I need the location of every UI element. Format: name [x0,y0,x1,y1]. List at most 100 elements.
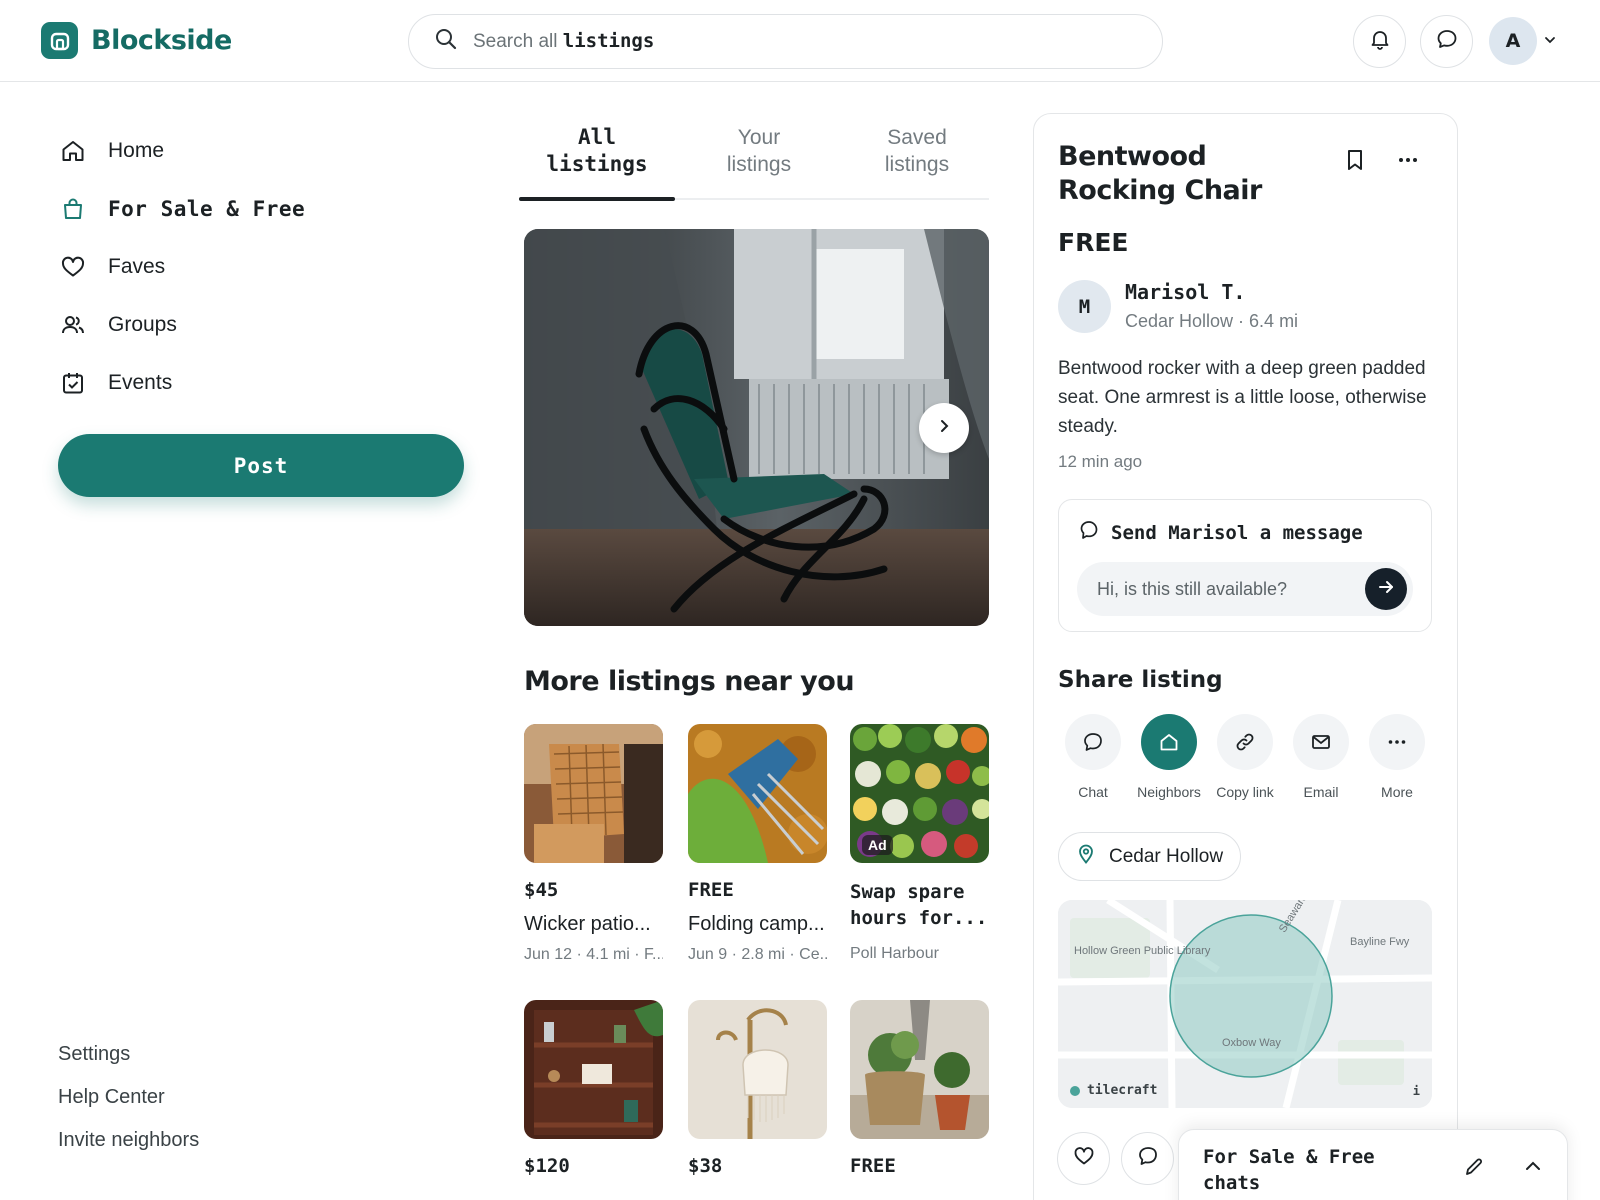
link-icon [1217,714,1273,770]
seller-location: Cedar Hollow · 6.4 mi [1125,311,1299,331]
settings-link[interactable]: Settings [58,1033,199,1076]
sidebar-item-faves[interactable]: Faves [58,238,305,296]
mail-icon [1293,714,1349,770]
listing-tabs: All listings Your listings Saved listings [519,124,992,201]
post-button[interactable]: Post [58,434,464,497]
message-input-text: Hi, is this still available? [1097,578,1288,599]
sidebar-nav: Home For Sale & Free Faves Groups Events [58,122,305,412]
listing-card[interactable]: FREE Folding camp... Jun 9 · 2.8 mi · Ce… [688,724,827,964]
listing-price: FREE [688,879,734,901]
chat-bubble-icon [1065,714,1121,770]
share-option-label: Chat [1078,784,1108,800]
listing-card[interactable]: Ad Swap spare hours for... Poll Harbour [850,724,989,963]
share-listing-title: Share listing [1058,667,1223,693]
logo-icon [41,22,78,59]
chat-bubble-icon [1137,1145,1159,1172]
send-message-button[interactable] [1365,568,1407,610]
chat-bubble-icon [1079,520,1099,545]
listing-detail-price: FREE [1058,228,1129,257]
chat-dock[interactable]: For Sale & Free chats [1178,1129,1568,1200]
home-icon [1141,714,1197,770]
footer-links: Settings Help Center Invite neighbors [58,1033,199,1162]
next-photo-button[interactable] [919,403,969,453]
seller-name[interactable]: Marisol T. [1125,280,1245,304]
listing-description: Bentwood rocker with a deep green padded… [1058,358,1427,437]
logo[interactable]: Blockside [41,22,232,59]
listing-card[interactable]: $38 [688,1000,827,1177]
listing-card[interactable]: $45 Wicker patio... Jun 12 · 4.1 mi · F.… [524,724,663,964]
edit-icon[interactable] [1463,1156,1485,1183]
seller-avatar[interactable]: M [1058,280,1111,333]
user-avatar[interactable]: A [1489,17,1537,65]
map-label-oxbow-way: Oxbow Way [1222,1037,1281,1049]
sidebar-item-home[interactable]: Home [58,122,305,180]
sidebar-item-events[interactable]: Events [58,354,305,412]
heart-icon [1073,1145,1095,1172]
listing-title: Swap spare hours for... [850,881,988,929]
more-options-icon[interactable] [1396,148,1420,177]
sidebar-item-label: Events [108,371,173,394]
listing-price: $120 [524,1155,570,1177]
invite-neighbors-link[interactable]: Invite neighbors [58,1119,199,1162]
location-chip[interactable]: Cedar Hollow [1058,832,1241,881]
share-option-label: Email [1303,784,1339,800]
share-chat-button[interactable]: Chat [1055,714,1131,800]
chat-dock-title: For Sale & Free chats [1203,1146,1375,1194]
chat-bubble-icon [1436,28,1458,55]
share-neighbors-button[interactable]: Neighbors [1131,714,1207,800]
sidebar-item-label: Home [108,139,165,162]
listing-title: Folding camp... [688,913,825,935]
map-info-button[interactable]: i [1413,1084,1420,1098]
location-map[interactable]: Hollow Green Public Library Seaward Way … [1058,900,1432,1108]
listing-thumbnail [524,1000,663,1139]
share-options: Chat Neighbors Copy link Email More [1058,714,1438,804]
help-center-link[interactable]: Help Center [58,1076,199,1119]
message-input[interactable]: Hi, is this still available? [1077,562,1413,616]
tab-your-listings[interactable]: Your listings [684,124,834,178]
map-attribution[interactable]: tilecraft [1070,1083,1157,1098]
ellipsis-icon [1369,714,1425,770]
messages-button[interactable] [1420,15,1473,68]
listing-card[interactable]: $120 [524,1000,663,1177]
people-icon [58,310,88,340]
share-more-button[interactable]: More [1359,714,1435,800]
chevron-up-icon[interactable] [1523,1156,1543,1181]
tab-all-listings[interactable]: All listings [519,124,675,178]
app-name: Blockside [91,25,232,56]
listing-thumbnail: Ad [850,724,989,863]
listing-meta: Poll Harbour [850,945,939,962]
posted-time: 12 min ago [1058,452,1143,471]
listing-thumbnail [524,724,663,863]
chevron-down-icon[interactable] [1543,33,1557,52]
chevron-right-icon [936,418,952,439]
listing-meta: Jun 9 · 2.8 mi · Ce... [688,946,827,963]
arrow-right-icon [1377,578,1395,601]
tab-active-indicator [519,197,675,201]
listing-title: Wicker patio... [524,913,651,935]
sidebar-item-for-sale[interactable]: For Sale & Free [58,180,305,238]
message-heading: Send Marisol a message [1079,520,1363,545]
listing-card[interactable]: FREE [850,1000,989,1177]
listing-detail-panel: Bentwood Rocking Chair FREE M Marisol T.… [1033,113,1458,1200]
sidebar-item-label: Faves [108,255,166,278]
message-heading-text: Send Marisol a message [1111,521,1363,544]
shopping-bag-icon [58,194,88,224]
share-option-label: More [1381,784,1413,800]
section-title: More listings near you [524,666,855,697]
comment-button[interactable] [1121,1132,1174,1185]
map-label-bayline-fwy: Bayline Fwy [1350,936,1410,948]
bookmark-icon[interactable] [1344,148,1366,177]
listing-price: FREE [850,1155,896,1177]
sidebar-item-groups[interactable]: Groups [58,296,305,354]
share-copy-link-button[interactable]: Copy link [1207,714,1283,800]
top-header: Blockside Search all listings A [0,0,1600,82]
share-email-button[interactable]: Email [1283,714,1359,800]
tab-saved-listings[interactable]: Saved listings [842,124,992,178]
like-button[interactable] [1057,1132,1110,1185]
share-option-label: Copy link [1216,784,1274,800]
search-input[interactable]: Search all listings [408,14,1163,69]
notifications-button[interactable] [1353,15,1406,68]
listing-price: $45 [524,879,559,901]
map-pin-icon [1077,844,1095,870]
listing-detail-title: Bentwood Rocking Chair [1058,141,1262,206]
